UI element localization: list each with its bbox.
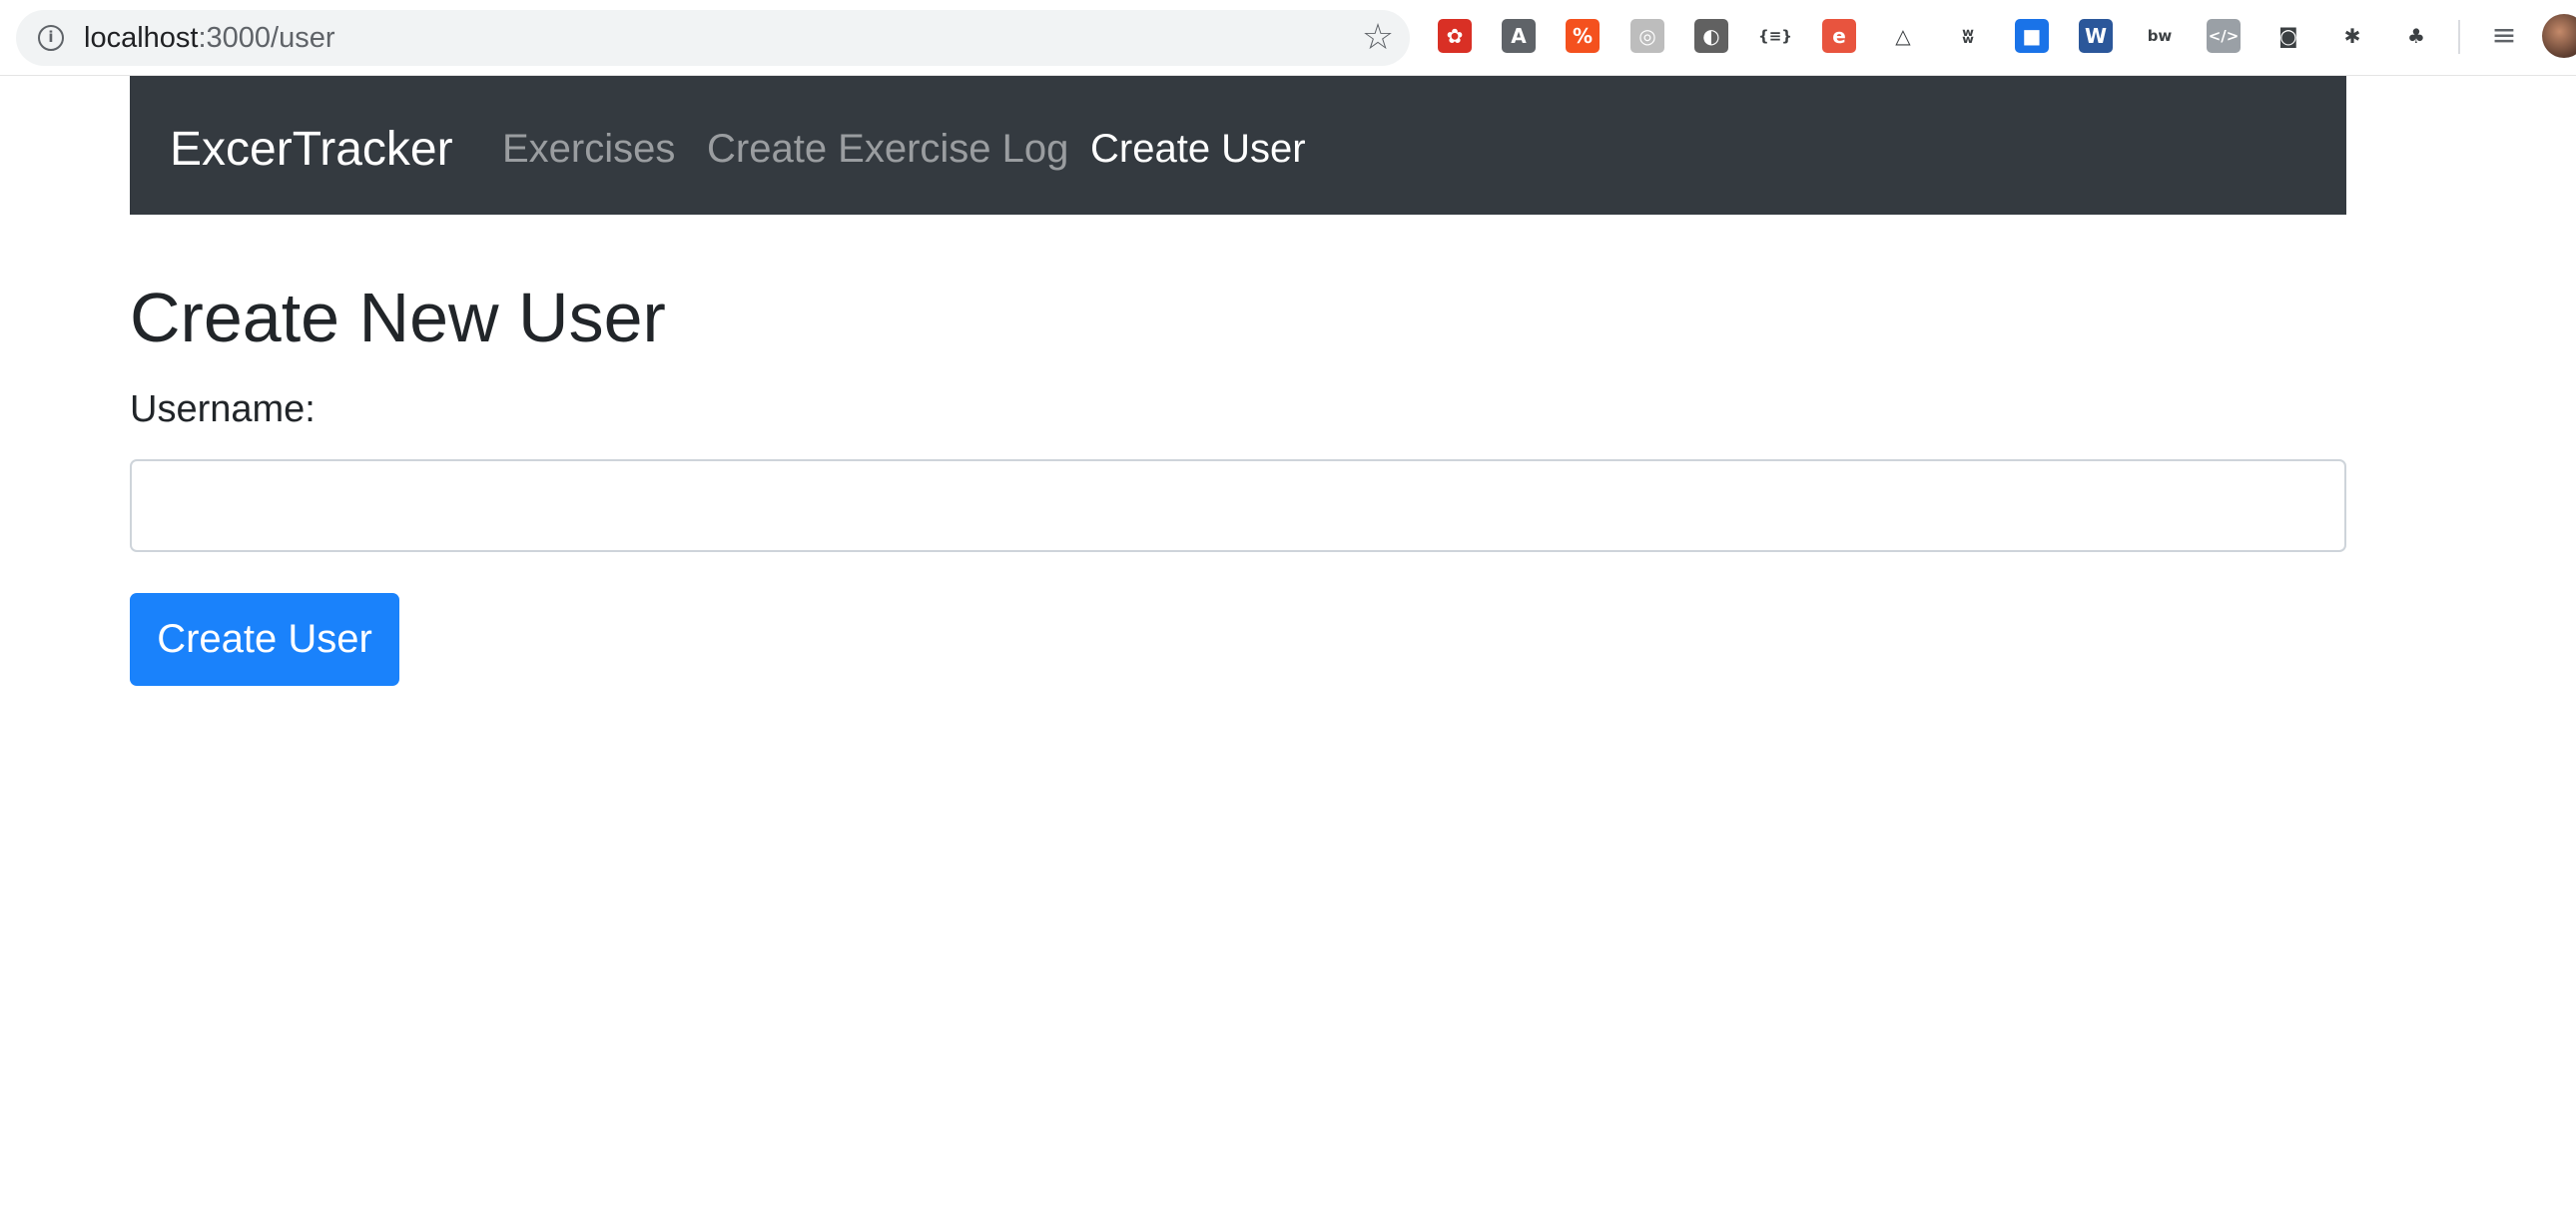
- ext-target-icon[interactable]: ◎: [1630, 19, 1664, 53]
- ext-e-icon[interactable]: e: [1822, 19, 1856, 53]
- url-text[interactable]: localhost:3000/user: [84, 22, 335, 54]
- ext-camera-icon[interactable]: ◙: [2271, 19, 2305, 53]
- url-host: localhost: [84, 22, 199, 54]
- info-icon[interactable]: i: [38, 25, 64, 51]
- nav-link-create-user[interactable]: Create User: [1090, 124, 1306, 174]
- page-title: Create New User: [130, 279, 666, 356]
- ext-circle-icon[interactable]: ◐: [1694, 19, 1728, 53]
- brand-link[interactable]: ExcerTracker: [170, 122, 453, 178]
- username-input[interactable]: [130, 459, 2346, 552]
- ext-red-icon[interactable]: ✿: [1438, 19, 1472, 53]
- nav-link-create-exercise-log[interactable]: Create Exercise Log: [707, 124, 1068, 174]
- app-navbar: ExcerTracker Exercises Create Exercise L…: [130, 76, 2346, 215]
- username-label: Username:: [130, 388, 316, 430]
- create-user-button[interactable]: Create User: [130, 593, 399, 686]
- url-path: :3000/user: [198, 22, 335, 54]
- ext-json-icon[interactable]: {≡}: [1758, 19, 1792, 53]
- ext-a-icon[interactable]: A: [1502, 19, 1536, 53]
- ext-bug-icon[interactable]: ✱: [2335, 19, 2369, 53]
- nav-link-exercises[interactable]: Exercises: [502, 124, 675, 174]
- toolbar-divider: [2458, 20, 2460, 54]
- ext-percent-icon[interactable]: %: [1566, 19, 1600, 53]
- media-control-icon[interactable]: ≡: [2486, 18, 2522, 54]
- address-bar[interactable]: i localhost:3000/user ☆: [16, 10, 1410, 66]
- ext-bookmark-icon[interactable]: ■: [2015, 19, 2049, 53]
- ext-wb-icon[interactable]: ʬ: [1951, 19, 1985, 53]
- profile-avatar[interactable]: [2542, 14, 2576, 58]
- ext-word-icon[interactable]: W: [2079, 19, 2113, 53]
- ext-code-icon[interactable]: </>: [2207, 19, 2241, 53]
- ext-html-tree-icon[interactable]: ♣: [2399, 19, 2433, 53]
- browser-toolbar: i localhost:3000/user ☆ ✿ A% ◎ ◐ {≡} e △ ʬ ■ Wbw <…: [0, 0, 2576, 76]
- ext-triangle-icon[interactable]: △: [1886, 19, 1920, 53]
- bookmark-star-icon[interactable]: ☆: [1358, 18, 1398, 58]
- ext-bw-icon[interactable]: bw: [2143, 19, 2177, 53]
